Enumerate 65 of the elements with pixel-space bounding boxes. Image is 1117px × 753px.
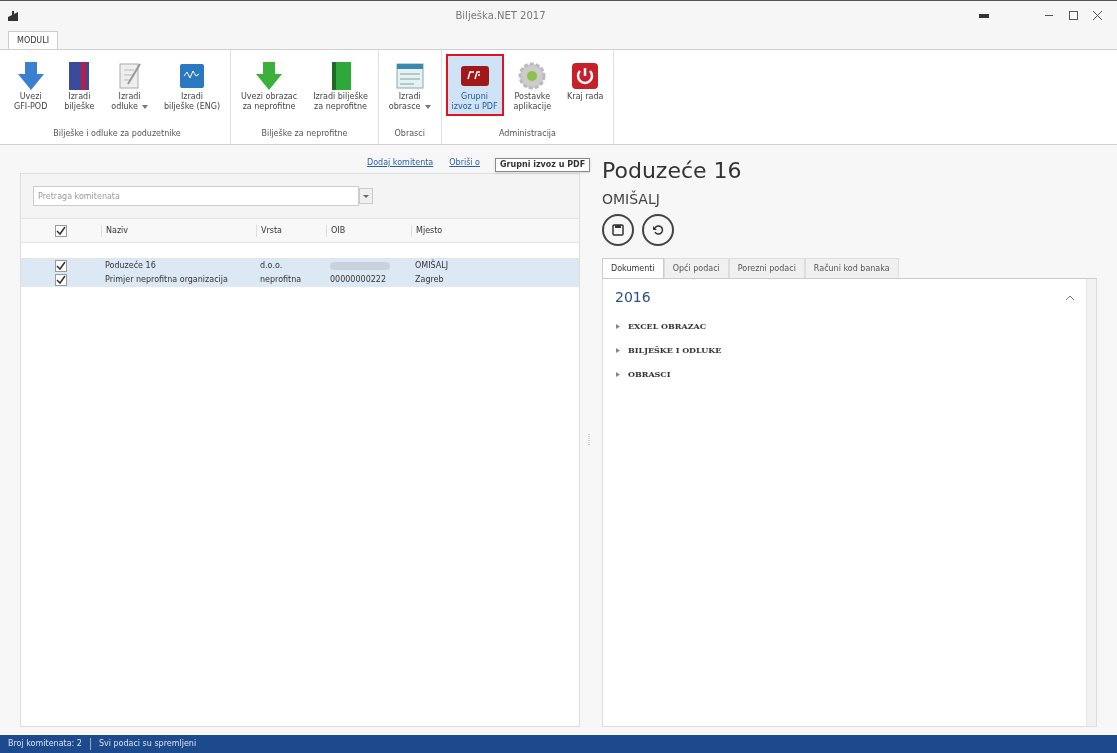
table-cell-text: d.o.o. xyxy=(259,260,284,272)
link[interactable]: Obriši o xyxy=(449,157,480,169)
ribbon-button[interactable]: Grupni izvoz u PDF xyxy=(445,54,504,116)
minimize-icon xyxy=(1045,14,1053,17)
tab[interactable]: Opći podaci xyxy=(663,258,729,278)
ribbon-button[interactable]: Izradi odluke xyxy=(105,54,154,116)
ribbon-button[interactable]: Izradi bilješke xyxy=(57,54,102,116)
ribbon-group-label: Obrasci xyxy=(393,128,426,140)
ribbon-button[interactable]: Izradi bilješke (ENG) xyxy=(157,54,226,116)
table-row[interactable]: Poduzeće 16 d.o.o. OMIŠALJ xyxy=(21,259,579,273)
pin-icon[interactable] xyxy=(979,12,989,19)
status-text: Broj komitenata: 2 xyxy=(0,738,91,750)
ribbon-tab[interactable]: MODULI xyxy=(8,31,59,49)
checkbox[interactable] xyxy=(55,260,67,272)
dropdown-icon[interactable] xyxy=(359,188,373,204)
checkbox[interactable] xyxy=(55,224,67,237)
tooltip: Grupni izvoz u PDF xyxy=(495,158,591,172)
ribbon-button[interactable]: Izradi bilješke za neprofitne xyxy=(307,54,374,116)
table-cell-text: neprofitna xyxy=(259,274,303,286)
document-group[interactable]: OBRASCI xyxy=(628,368,671,380)
ribbon-button[interactable]: Izradi obrasce xyxy=(382,54,437,116)
tab[interactable]: Porezni podaci xyxy=(728,258,805,278)
ribbon-group-label: Administracija xyxy=(498,128,557,140)
undo-button[interactable] xyxy=(642,214,674,246)
collapse-icon[interactable] xyxy=(1066,294,1074,301)
ribbon-button[interactable]: Postavke aplikacije xyxy=(507,54,558,116)
document-group[interactable]: BILJEŠKE I ODLUKE xyxy=(628,344,722,356)
company-city: OMIŠALJ xyxy=(602,189,661,209)
ribbon-group-label: Bilješke i odluke za poduzetnike xyxy=(52,128,182,140)
tab[interactable]: Dokumenti xyxy=(602,258,664,278)
undo-icon xyxy=(652,224,664,236)
search-field[interactable]: Pretraga komitenata xyxy=(33,186,359,206)
column-header[interactable]: Vrsta xyxy=(256,224,326,237)
column-header[interactable]: Naziv xyxy=(101,224,256,237)
ribbon-button[interactable]: Kraj rada xyxy=(561,54,610,116)
checkbox[interactable] xyxy=(55,274,67,286)
scrollbar[interactable] xyxy=(1086,279,1096,726)
tab[interactable]: Računi kod banaka xyxy=(804,258,899,278)
ribbon-group-label: Bilješke za neprofitne xyxy=(260,128,349,140)
year-heading[interactable]: 2016 xyxy=(615,287,651,308)
column-header[interactable]: Mjesto xyxy=(411,224,491,237)
status-text: Svi podaci su spremljeni xyxy=(97,738,198,750)
save-icon xyxy=(612,224,624,236)
form-icon xyxy=(393,60,426,92)
link[interactable]: Dodaj komitenta xyxy=(367,157,434,169)
splitter-grip-icon[interactable] xyxy=(588,434,591,446)
table-cell-text: Poduzeće 16 xyxy=(104,260,157,272)
ribbon-button[interactable]: Uvezi GFI-POD xyxy=(8,54,54,116)
maximize-icon xyxy=(1068,11,1078,20)
ribbon-button[interactable]: Uvezi obrazac za neprofitne xyxy=(235,54,304,116)
company-title: Poduzeće 16 xyxy=(602,157,743,185)
table-cell-text: 00000000222 xyxy=(329,274,387,286)
table-cell-text: OMIŠALJ xyxy=(414,260,450,272)
save-button[interactable] xyxy=(602,214,634,246)
expand-icon[interactable] xyxy=(615,371,620,377)
table-cell-text: Primjer neprofitna organizacija xyxy=(104,274,229,286)
window-title: Bilješka.NET 2017 xyxy=(454,9,547,23)
table-cell-text: Zagreb xyxy=(414,274,445,286)
close-icon xyxy=(1092,11,1102,20)
blurred-value xyxy=(330,262,390,270)
expand-icon[interactable] xyxy=(615,323,620,329)
column-header[interactable]: OIB xyxy=(326,224,411,237)
expand-icon[interactable] xyxy=(615,347,620,353)
table-row[interactable]: Primjer neprofitna organizacija neprofitna 00000000222 Zagreb xyxy=(21,273,579,287)
document-group[interactable]: EXCEL OBRAZAC xyxy=(628,320,707,332)
